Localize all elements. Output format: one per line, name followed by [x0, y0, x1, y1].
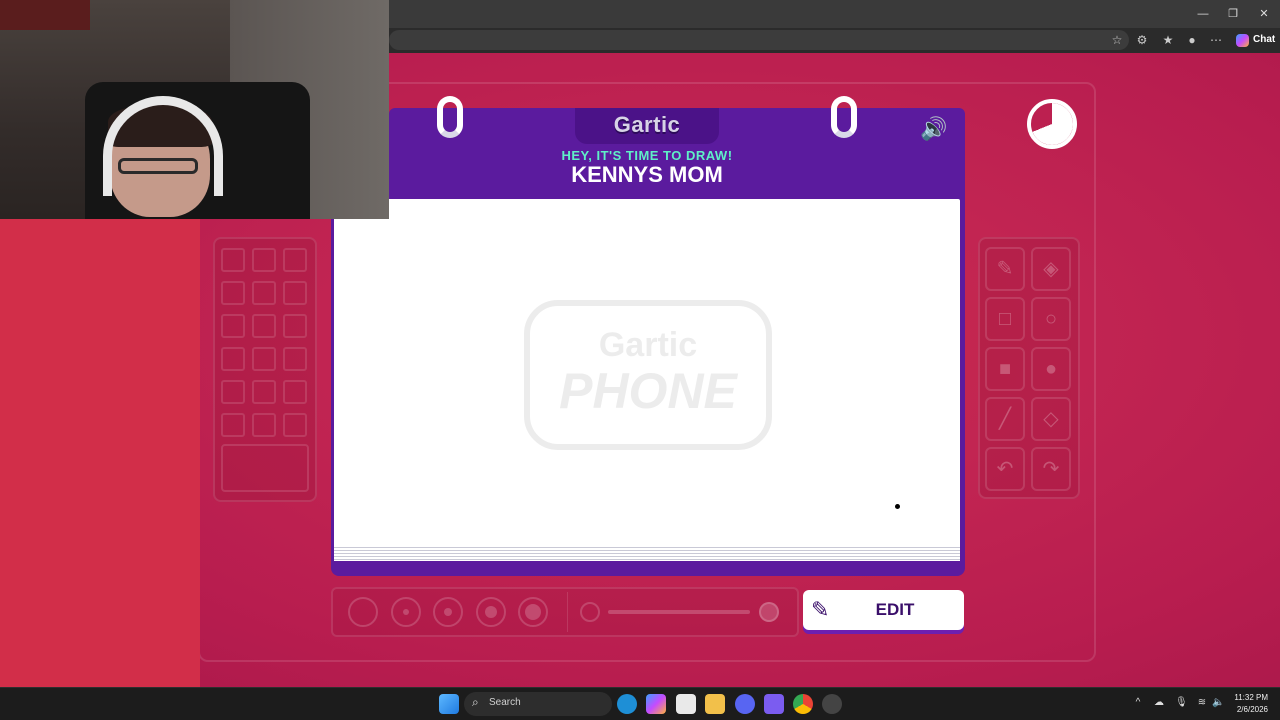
eraser-icon[interactable]: ◈ — [1031, 247, 1071, 291]
pencil-icon: ✎ — [811, 597, 830, 622]
prompt-subtitle: HEY, IT'S TIME TO DRAW! — [561, 148, 733, 163]
clock-date[interactable]: 2/6/2026 — [1220, 705, 1268, 714]
brush-size-2[interactable] — [391, 597, 421, 627]
color-swatch[interactable] — [221, 380, 245, 404]
watermark-text-bottom: PHONE — [559, 363, 737, 419]
opacity-slider[interactable] — [608, 610, 750, 614]
color-swatch[interactable] — [283, 248, 307, 272]
color-swatch[interactable] — [252, 413, 276, 437]
bucket-icon[interactable]: ◇ — [1031, 397, 1071, 441]
close-button[interactable]: ✕ — [1249, 4, 1279, 24]
watermark-text-top: Gartic — [598, 326, 698, 364]
file-explorer-icon[interactable] — [705, 694, 725, 714]
rectangle-fill-icon[interactable]: ■ — [985, 347, 1025, 391]
edit-button-label: EDIT — [875, 600, 915, 619]
color-swatch[interactable] — [252, 380, 276, 404]
extensions-icon[interactable]: ⚙ — [1133, 31, 1151, 49]
timer-fill — [1031, 103, 1073, 145]
color-swatch[interactable] — [221, 413, 245, 437]
rectangle-outline-icon[interactable]: □ — [985, 297, 1025, 341]
divider — [567, 592, 568, 632]
undo-icon[interactable]: ↶ — [985, 447, 1025, 491]
color-swatch[interactable] — [283, 380, 307, 404]
binder-ring-left — [437, 96, 463, 138]
ellipse-fill-icon[interactable]: ● — [1031, 347, 1071, 391]
search-icon: ⌕ — [472, 695, 479, 709]
prompt-word: KENNYS MOM — [571, 162, 723, 187]
store-icon[interactable] — [676, 694, 696, 714]
pencil-icon[interactable]: ✎ — [985, 247, 1025, 291]
opacity-low-icon — [580, 602, 600, 622]
copilot-icon[interactable] — [646, 694, 666, 714]
onedrive-icon[interactable]: ☁ — [1153, 697, 1165, 709]
webcam-curtain — [0, 0, 90, 30]
brush-size-4[interactable] — [476, 597, 506, 627]
profile-icon[interactable]: ● — [1183, 31, 1201, 49]
gartic-logo: Gartic — [613, 112, 681, 137]
color-swatch[interactable] — [221, 347, 245, 371]
favorites-icon[interactable]: ★ — [1159, 31, 1177, 49]
redo-icon[interactable]: ↷ — [1031, 447, 1071, 491]
address-bar[interactable] — [389, 30, 1129, 50]
color-swatch[interactable] — [252, 248, 276, 272]
color-swatch[interactable] — [221, 314, 245, 338]
ellipse-outline-icon[interactable]: ○ — [1031, 297, 1071, 341]
custom-color-swatch[interactable] — [221, 444, 309, 492]
minimize-button[interactable]: — — [1188, 4, 1218, 24]
microphone-icon[interactable]: 🎙 — [1175, 697, 1188, 709]
color-swatch[interactable] — [283, 281, 307, 305]
chrome-icon[interactable] — [793, 694, 813, 714]
chat-button[interactable]: Chat — [1230, 30, 1280, 50]
windows-start-icon[interactable] — [439, 694, 459, 714]
app-grid-icon[interactable] — [764, 694, 784, 714]
favorite-star-icon[interactable]: ☆ — [1108, 31, 1126, 49]
taskbar-search[interactable] — [464, 692, 612, 716]
wifi-icon[interactable]: ≋ — [1196, 697, 1208, 709]
chat-label: Chat — [1253, 34, 1276, 45]
tray-chevron-icon[interactable]: ^ — [1132, 697, 1144, 709]
color-swatch[interactable] — [221, 281, 245, 305]
cursor-dot — [895, 504, 900, 509]
color-swatch[interactable] — [252, 281, 276, 305]
color-swatch[interactable] — [283, 314, 307, 338]
color-swatch[interactable] — [252, 347, 276, 371]
binder-ring-right — [831, 96, 857, 138]
brush-size-3[interactable] — [433, 597, 463, 627]
line-icon[interactable]: ╱ — [985, 397, 1025, 441]
color-swatch[interactable] — [283, 347, 307, 371]
restore-button[interactable]: ❐ — [1218, 4, 1248, 24]
search-label: Search — [489, 697, 521, 708]
more-menu-icon[interactable]: ⋯ — [1207, 31, 1225, 49]
opacity-handle[interactable] — [759, 602, 779, 622]
brush-size-5[interactable] — [518, 597, 548, 627]
copilot-icon — [1236, 33, 1249, 47]
brush-size-1[interactable] — [348, 597, 378, 627]
page-edge — [334, 545, 960, 561]
discord-icon[interactable] — [735, 694, 755, 714]
color-swatch[interactable] — [283, 413, 307, 437]
sound-icon[interactable]: 🔊 — [920, 116, 954, 142]
webcam-overlay — [0, 0, 389, 219]
color-swatch[interactable] — [221, 248, 245, 272]
edge-icon[interactable] — [617, 694, 637, 714]
color-swatch[interactable] — [252, 314, 276, 338]
left-red-panel — [0, 219, 200, 687]
taskbar — [0, 687, 1280, 720]
app-icon[interactable] — [822, 694, 842, 714]
clock-time[interactable]: 11:32 PM — [1220, 693, 1268, 702]
